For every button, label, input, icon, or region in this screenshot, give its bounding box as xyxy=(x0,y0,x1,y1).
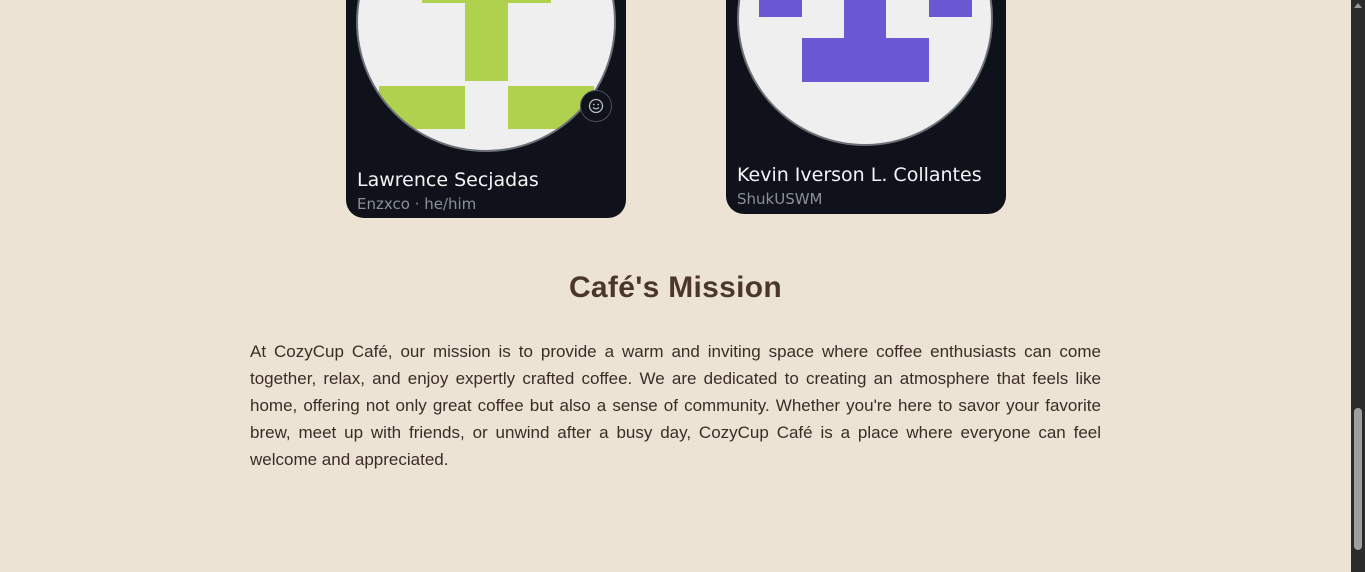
team-card-kevin[interactable]: Kevin Iverson L. Collantes ShukUSWM xyxy=(726,0,1006,214)
member-subtitle: Enzxco · he/him xyxy=(357,195,477,213)
avatar xyxy=(356,0,616,152)
scroll-up-arrow-icon[interactable] xyxy=(1354,3,1362,8)
smile-icon xyxy=(588,98,604,114)
identicon-avatar xyxy=(737,0,993,146)
mission-heading: Café's Mission xyxy=(568,271,783,304)
scrollbar-thumb[interactable] xyxy=(1354,408,1362,550)
mission-paragraph: At CozyCup Café, our mission is to provi… xyxy=(250,342,1101,469)
vertical-scrollbar[interactable] xyxy=(1351,0,1365,572)
identicon-avatar xyxy=(356,0,616,152)
emoji-button[interactable] xyxy=(580,90,612,122)
team-card-lawrence[interactable]: Lawrence Secjadas Enzxco · he/him xyxy=(346,0,626,218)
member-name: Lawrence Secjadas xyxy=(357,169,539,191)
page: Lawrence Secjadas Enzxco · he/him Kevin … xyxy=(0,0,1351,572)
member-name: Kevin Iverson L. Collantes xyxy=(737,164,982,186)
member-subtitle: ShukUSWM xyxy=(737,190,823,208)
avatar xyxy=(737,0,997,148)
